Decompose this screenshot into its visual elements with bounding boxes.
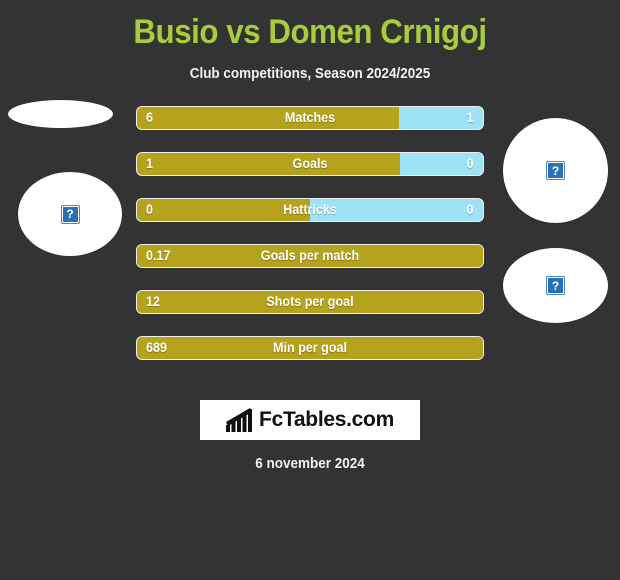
- date-label: 6 november 2024: [255, 456, 365, 472]
- logo-container: FcTables.com: [0, 400, 620, 440]
- stat-label: Shots per goal: [266, 294, 354, 309]
- stat-label: Hattricks: [283, 202, 337, 217]
- page-title: Busio vs Domen Crnigoj: [133, 13, 487, 51]
- stat-away-value: 0: [467, 202, 474, 217]
- broken-image-icon: ?: [546, 276, 565, 295]
- stat-label: Matches: [284, 110, 336, 125]
- stat-bar-row: 12 Shots per goal: [136, 290, 484, 314]
- right-player-photo-secondary: ?: [503, 248, 608, 323]
- broken-image-icon: ?: [546, 161, 565, 180]
- right-player-photo: ?: [503, 118, 608, 223]
- bar-chart-icon: [226, 408, 253, 432]
- stat-bar-row: 1 Goals 0: [136, 152, 484, 176]
- stat-away-value: 0: [467, 156, 474, 171]
- comparison-area: ? ? ? 6 Matches 1 1 Goals 0 0 Hattricks 0 0.17 Goa…: [0, 100, 620, 375]
- stat-label: Min per goal: [273, 340, 347, 355]
- stat-bar-row: 0 Hattricks 0: [136, 198, 484, 222]
- stat-bars-list: 6 Matches 1 1 Goals 0 0 Hattricks 0 0.17 Goals per…: [136, 106, 484, 382]
- left-player-photo: ?: [18, 172, 122, 256]
- left-player-photo-top: [8, 100, 113, 128]
- stat-bar-row: 0.17 Goals per match: [136, 244, 484, 268]
- fctables-logo-text: FcTables.com: [259, 408, 394, 431]
- stat-label: Goals per match: [260, 248, 360, 263]
- stat-away-value: 1: [467, 110, 474, 125]
- stat-bar-row: 689 Min per goal: [136, 336, 484, 360]
- stats-comparison-infographic: Busio vs Domen Crnigoj Club competitions…: [0, 0, 620, 472]
- stat-bar-row: 6 Matches 1: [136, 106, 484, 130]
- page-subtitle: Club competitions, Season 2024/2025: [189, 66, 431, 82]
- stat-label: Goals: [292, 156, 328, 171]
- broken-image-icon: ?: [60, 204, 80, 224]
- fctables-logo[interactable]: FcTables.com: [200, 400, 420, 440]
